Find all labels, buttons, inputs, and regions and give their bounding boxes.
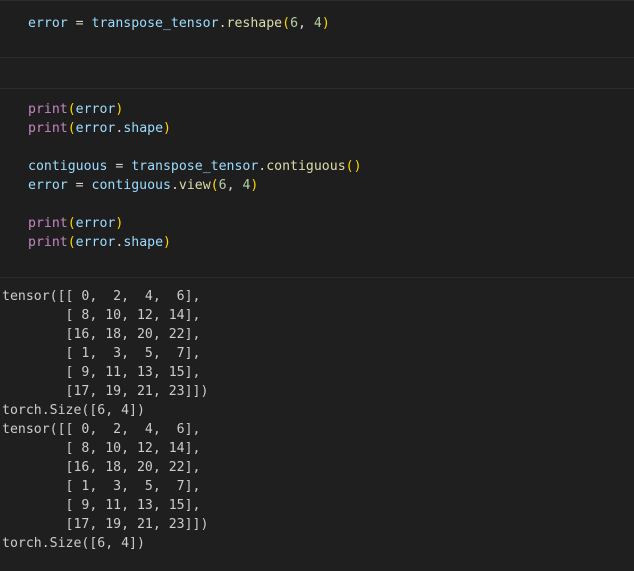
output-line: [17, 19, 21, 23]]) (2, 517, 209, 532)
code-token: ( (67, 235, 76, 250)
output-line: [16, 18, 20, 22], (2, 460, 201, 475)
code-token: ( (282, 16, 291, 31)
code-token: print (28, 102, 68, 117)
code-token: shape (123, 235, 164, 250)
code-token: error (75, 235, 116, 250)
code-token: error (75, 102, 116, 117)
code-token: print (28, 235, 68, 250)
code-token: 6 (218, 178, 227, 193)
code-token: = (67, 178, 92, 193)
code-token: 4 (313, 16, 322, 31)
output-line: torch.Size([6, 4]) (2, 536, 145, 551)
code-token: . (170, 178, 179, 193)
code-line: print(error) (28, 214, 123, 233)
output-line: [16, 18, 20, 22], (2, 327, 201, 342)
code-line: contiguous = transpose_tensor.contiguous… (28, 157, 362, 176)
cell-output: tensor([[ 0, 2, 4, 6], [ 8, 10, 12, 14],… (0, 278, 634, 571)
cell-gap (0, 58, 634, 88)
code-token: shape (123, 121, 164, 136)
code-cell-2[interactable]: print(error) print(error.shape) contiguous… (0, 88, 634, 278)
code-token: view (178, 178, 211, 193)
code-line: print(error.shape) (28, 233, 171, 252)
code-line: print(error.shape) (28, 119, 171, 138)
code-token: contiguous (28, 159, 108, 174)
code-token: ( (210, 178, 219, 193)
code-token: print (28, 121, 68, 136)
code-token: error (75, 216, 116, 231)
code-token: = (107, 159, 132, 174)
code-token: , (298, 16, 314, 31)
code-token: transpose_tensor (91, 16, 219, 31)
code-token: ) (163, 235, 171, 250)
output-line: [ 8, 10, 12, 14], (2, 441, 201, 456)
code-token: transpose_tensor (131, 159, 259, 174)
code-line: print(error) (28, 100, 123, 119)
code-token: ) (250, 178, 259, 193)
code-token: ( (67, 121, 76, 136)
code-token: contiguous (266, 159, 346, 174)
code-token: ) (115, 216, 124, 231)
code-token: = (67, 16, 92, 31)
code-line: error = transpose_tensor.reshape(6, 4) (28, 14, 330, 33)
code-token: ) (163, 121, 171, 136)
output-line: tensor([[ 0, 2, 4, 6], (2, 289, 201, 304)
code-token: () (345, 159, 362, 174)
output-line: [17, 19, 21, 23]]) (2, 384, 209, 399)
code-cell-1[interactable]: error = transpose_tensor.reshape(6, 4) (0, 0, 634, 58)
code-line: error = contiguous.view(6, 4) (28, 176, 258, 195)
code-token: ( (67, 102, 76, 117)
output-line: [ 9, 11, 13, 15], (2, 365, 201, 380)
code-token: ) (321, 16, 330, 31)
code-token: error (28, 16, 68, 31)
code-token: 6 (290, 16, 299, 31)
code-token: error (75, 121, 116, 136)
code-token: ) (115, 102, 124, 117)
output-line: tensor([[ 0, 2, 4, 6], (2, 422, 201, 437)
output-line: [ 8, 10, 12, 14], (2, 308, 201, 323)
notebook-page: error = transpose_tensor.reshape(6, 4) p… (0, 0, 634, 571)
code-token: , (226, 178, 243, 193)
code-token: print (28, 216, 68, 231)
output-line: torch.Size([6, 4]) (2, 403, 145, 418)
output-line: [ 9, 11, 13, 15], (2, 498, 201, 513)
output-line: [ 1, 3, 5, 7], (2, 346, 201, 361)
code-token: ( (67, 216, 76, 231)
code-token: . (218, 16, 227, 31)
output-line: [ 1, 3, 5, 7], (2, 479, 201, 494)
code-token: contiguous (91, 178, 171, 193)
code-token: error (28, 178, 68, 193)
code-token: reshape (226, 16, 283, 31)
